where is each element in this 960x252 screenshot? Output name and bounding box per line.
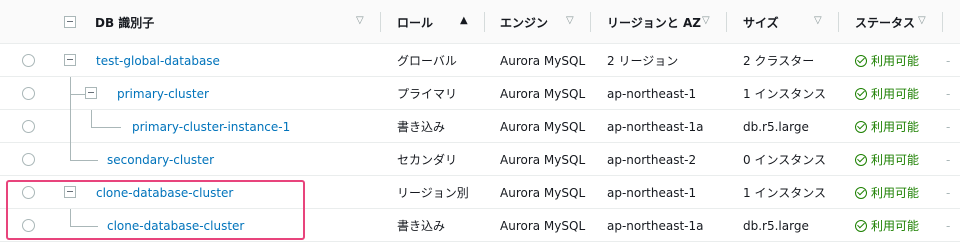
header-size[interactable]: サイズ [743, 0, 779, 44]
region-cell: ap-northeast-1 [607, 86, 697, 101]
status-label: 利用可能 [871, 153, 920, 167]
status-cell: 利用可能 [855, 44, 919, 77]
db-identifier-link[interactable]: secondary-cluster [107, 143, 214, 176]
status-label: 利用可能 [871, 54, 920, 68]
tree-line [70, 94, 85, 95]
check-circle-icon [855, 219, 867, 232]
trailing-cell: - [946, 86, 951, 101]
table-row[interactable]: primary-cluster-instance-1 書き込み Aurora M… [0, 110, 960, 143]
check-circle-icon [855, 153, 867, 166]
status-cell: 利用可能 [855, 209, 919, 242]
header-region-az[interactable]: リージョンと AZ [607, 0, 701, 44]
tree-line [91, 110, 92, 128]
role-cell: セカンダリ [397, 153, 458, 167]
status-label: 利用可能 [871, 120, 920, 134]
row-select-radio[interactable] [22, 87, 35, 100]
column-separator[interactable] [380, 12, 381, 32]
role-cell: 書き込み [397, 219, 446, 233]
role-cell: プライマリ [397, 87, 458, 101]
table-row[interactable]: secondary-cluster セカンダリ Aurora MySQL ap-… [0, 143, 960, 176]
header-engine[interactable]: エンジン [500, 0, 548, 44]
collapse-icon[interactable] [64, 54, 76, 66]
column-separator[interactable] [484, 12, 485, 32]
engine-cell: Aurora MySQL [500, 86, 586, 101]
size-cell: db.r5.large [743, 218, 809, 233]
status-cell: 利用可能 [855, 77, 919, 110]
db-identifier-link[interactable]: primary-cluster [117, 77, 209, 110]
size-cell: 2 クラスター [743, 54, 815, 68]
engine-cell: Aurora MySQL [500, 218, 586, 233]
tree-line [70, 160, 98, 161]
status-label: 利用可能 [871, 186, 920, 200]
trailing-cell: - [946, 185, 951, 200]
row-select-radio[interactable] [22, 153, 35, 166]
region-cell: ap-northeast-1 [607, 185, 697, 200]
table-row[interactable]: primary-cluster プライマリ Aurora MySQL ap-no… [0, 77, 960, 110]
role-cell: グローバル [397, 54, 457, 68]
check-circle-icon [855, 54, 867, 67]
collapse-all-icon[interactable] [64, 16, 76, 28]
sort-descending-icon[interactable]: ▽ [814, 15, 822, 26]
header-status[interactable]: ステータス [855, 0, 915, 44]
header-db-identifier[interactable]: DB 識別子 [95, 0, 154, 44]
db-identifier-link[interactable]: test-global-database [96, 44, 220, 77]
region-cell: ap-northeast-2 [607, 152, 697, 167]
status-cell: 利用可能 [855, 143, 919, 176]
region-cell: ap-northeast-1a [607, 119, 704, 134]
sort-ascending-icon[interactable]: ▲ [460, 15, 468, 26]
role-cell: リージョン別 [397, 186, 469, 200]
trailing-cell: - [946, 218, 951, 233]
db-table: DB 識別子 ▽ ロール ▲ エンジン ▽ リージョンと AZ ▽ サイズ ▽ … [0, 0, 960, 252]
status-cell: 利用可能 [855, 110, 919, 143]
status-cell: 利用可能 [855, 176, 919, 209]
row-select-radio[interactable] [22, 120, 35, 133]
sort-descending-icon[interactable]: ▽ [356, 15, 364, 26]
column-separator[interactable] [838, 12, 839, 32]
row-select-radio[interactable] [22, 54, 35, 67]
region-cell: 2 リージョン [607, 54, 679, 68]
check-circle-icon [855, 186, 867, 199]
size-cell: db.r5.large [743, 119, 809, 134]
tree-line [91, 127, 121, 128]
column-separator[interactable] [942, 12, 943, 32]
size-cell: 1 インスタンス [743, 186, 826, 200]
size-cell: 0 インスタンス [743, 153, 826, 167]
region-cell: ap-northeast-1a [607, 218, 704, 233]
status-label: 利用可能 [871, 219, 920, 233]
trailing-cell: - [946, 53, 951, 68]
table-header: DB 識別子 ▽ ロール ▲ エンジン ▽ リージョンと AZ ▽ サイズ ▽ … [0, 0, 960, 44]
collapse-icon[interactable] [85, 87, 97, 99]
engine-cell: Aurora MySQL [500, 53, 586, 68]
size-cell: 1 インスタンス [743, 87, 826, 101]
sort-descending-icon[interactable]: ▽ [566, 15, 574, 26]
table-row[interactable]: test-global-database グローバル Aurora MySQL … [0, 44, 960, 77]
status-label: 利用可能 [871, 87, 920, 101]
engine-cell: Aurora MySQL [500, 185, 586, 200]
highlight-box [6, 180, 305, 240]
sort-descending-icon[interactable]: ▽ [702, 15, 710, 26]
engine-cell: Aurora MySQL [500, 119, 586, 134]
check-circle-icon [855, 87, 867, 100]
engine-cell: Aurora MySQL [500, 152, 586, 167]
sort-descending-icon[interactable]: ▽ [918, 15, 926, 26]
trailing-cell: - [946, 119, 951, 134]
header-role[interactable]: ロール [397, 0, 433, 44]
column-separator[interactable] [590, 12, 591, 32]
trailing-cell: - [946, 152, 951, 167]
tree-line [70, 110, 71, 143]
tree-line [70, 143, 71, 161]
column-separator[interactable] [726, 12, 727, 32]
check-circle-icon [855, 120, 867, 133]
role-cell: 書き込み [397, 120, 446, 134]
db-identifier-link[interactable]: primary-cluster-instance-1 [132, 110, 290, 143]
